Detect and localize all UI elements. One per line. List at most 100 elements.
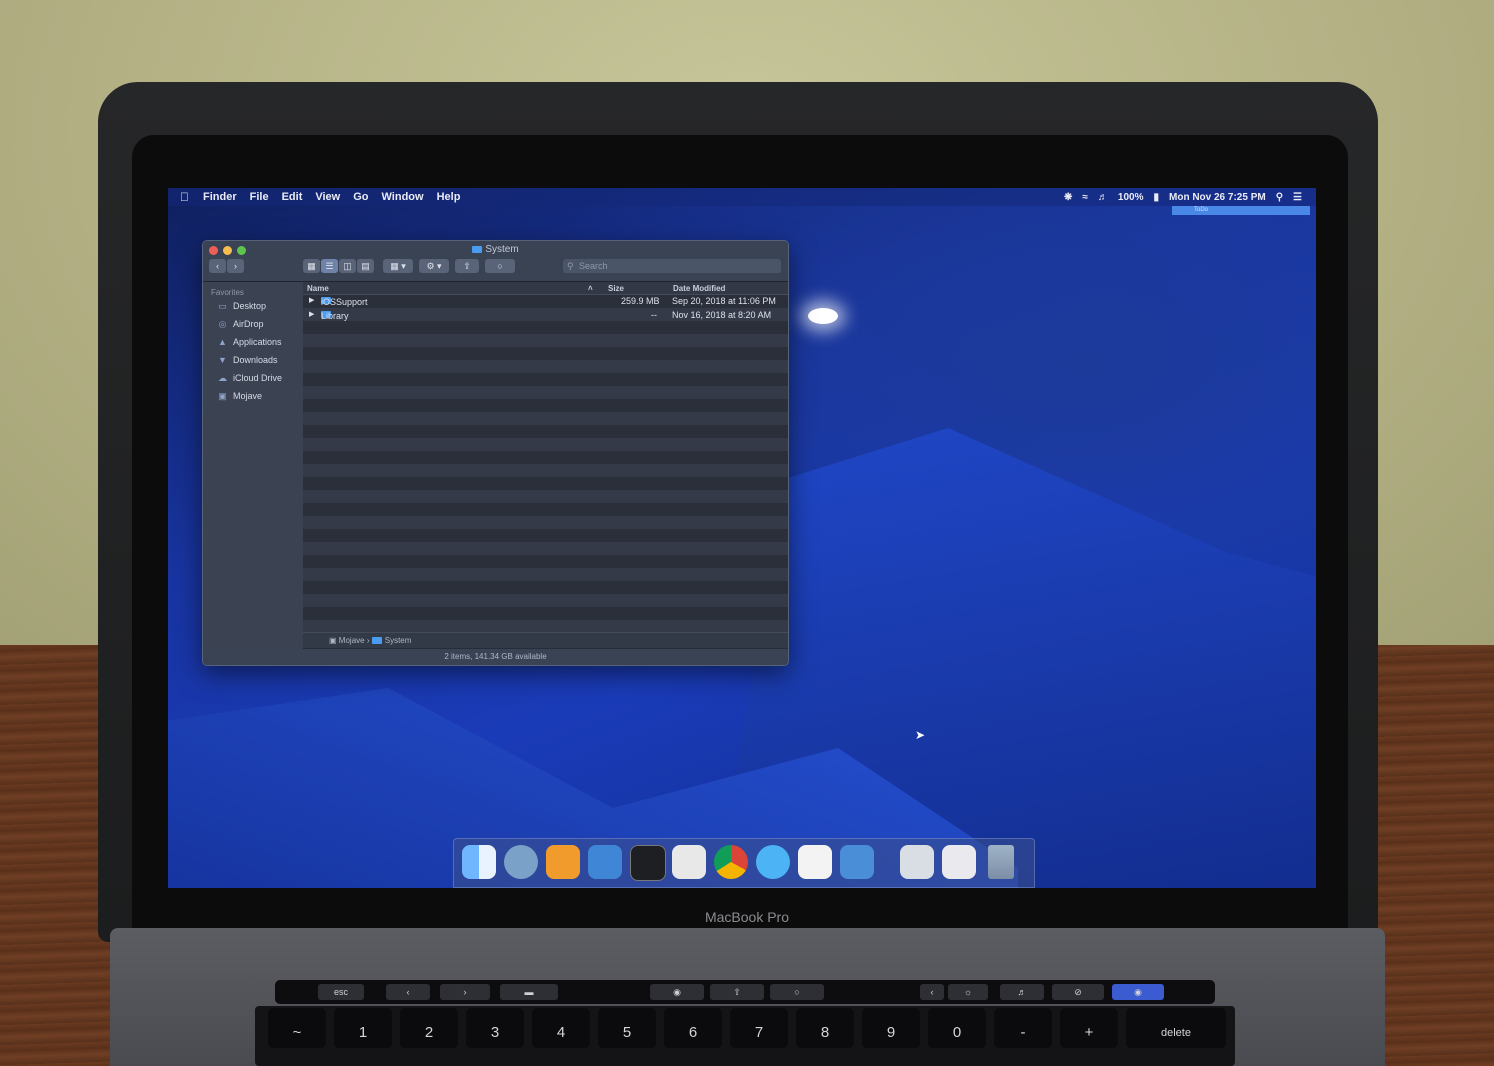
key-6[interactable]: 6 bbox=[664, 1008, 722, 1048]
apps-dock-icon[interactable] bbox=[840, 845, 874, 879]
share-button[interactable]: ⇧ bbox=[455, 259, 479, 273]
icon-view-button[interactable]: ▦ bbox=[303, 259, 320, 273]
clock[interactable]: Mon Nov 26 7:25 PM bbox=[1169, 192, 1266, 203]
downloads-stack-dock-icon[interactable] bbox=[900, 845, 934, 879]
finder-dock-icon[interactable] bbox=[462, 845, 496, 879]
row-stripe bbox=[303, 464, 788, 477]
touchbar-forward-icon[interactable]: › bbox=[440, 984, 490, 1000]
menu-file[interactable]: File bbox=[250, 191, 269, 203]
notification-center-icon[interactable]: ☰ bbox=[1293, 192, 1302, 203]
path-item[interactable]: Mojave bbox=[339, 636, 365, 645]
sidebar-item-mojave[interactable]: ▣ Mojave bbox=[217, 388, 262, 404]
column-view-button[interactable]: ◫ bbox=[339, 259, 356, 273]
xcode-dock-icon[interactable] bbox=[588, 845, 622, 879]
key-2[interactable]: 2 bbox=[400, 1008, 458, 1048]
menu-help[interactable]: Help bbox=[437, 191, 461, 203]
key-tilde[interactable]: ~ bbox=[268, 1008, 326, 1048]
touchbar-view-icon[interactable]: ▬ bbox=[500, 984, 558, 1000]
documents-stack-dock-icon[interactable] bbox=[942, 845, 976, 879]
bluetooth-icon[interactable]: ❋ bbox=[1064, 192, 1072, 203]
touchbar-volume-icon[interactable]: ♬ bbox=[1000, 984, 1044, 1000]
sublime-text-dock-icon[interactable] bbox=[546, 845, 580, 879]
search-input[interactable]: ⚲ Search bbox=[563, 259, 781, 273]
menu-window[interactable]: Window bbox=[382, 191, 424, 203]
folder-icon bbox=[371, 637, 382, 644]
key-5[interactable]: 5 bbox=[598, 1008, 656, 1048]
terminal-dock-icon[interactable] bbox=[630, 845, 666, 881]
key-0[interactable]: 0 bbox=[928, 1008, 986, 1048]
volume-icon[interactable]: ♬ bbox=[1098, 192, 1108, 203]
sidebar-item-airdrop[interactable]: ◎ AirDrop bbox=[217, 316, 264, 332]
key-4[interactable]: 4 bbox=[532, 1008, 590, 1048]
touchbar-mute-icon[interactable]: ⊘ bbox=[1052, 984, 1104, 1000]
gallery-view-button[interactable]: ▤ bbox=[357, 259, 374, 273]
back-button[interactable]: ‹ bbox=[209, 259, 226, 273]
menu-view[interactable]: View bbox=[315, 191, 340, 203]
column-date-modified[interactable]: Date Modified bbox=[673, 284, 725, 293]
menu-edit[interactable]: Edit bbox=[282, 191, 303, 203]
column-header: Name ˄ Size Date Modified bbox=[303, 282, 788, 295]
key-7[interactable]: 7 bbox=[730, 1008, 788, 1048]
key-plus[interactable]: + bbox=[1060, 1008, 1118, 1048]
group-button[interactable]: ▦ ▾ bbox=[383, 259, 413, 273]
menu-go[interactable]: Go bbox=[353, 191, 368, 203]
folder-icon bbox=[472, 246, 483, 253]
action-gear-button[interactable]: ⚙ ▾ bbox=[419, 259, 449, 273]
table-row[interactable]: ▶ iOSSupport 259.9 MB Sep 20, 2018 at 11… bbox=[303, 295, 788, 308]
esc-key[interactable]: esc bbox=[318, 984, 364, 1000]
tags-button[interactable]: ○ bbox=[485, 259, 515, 273]
touchbar-brightness-icon[interactable]: ☼ bbox=[948, 984, 988, 1000]
file-list: Name ˄ Size Date Modified ▶ iOSSupport 2… bbox=[303, 282, 788, 633]
touchbar-quicklook-icon[interactable]: ◉ bbox=[650, 984, 704, 1000]
row-stripe bbox=[303, 438, 788, 451]
key-delete[interactable]: delete bbox=[1126, 1008, 1226, 1048]
key-3[interactable]: 3 bbox=[466, 1008, 524, 1048]
messages-dock-icon[interactable] bbox=[756, 845, 790, 879]
key-8[interactable]: 8 bbox=[796, 1008, 854, 1048]
row-stripe bbox=[303, 360, 788, 373]
column-name[interactable]: Name bbox=[307, 284, 329, 293]
disclosure-triangle-icon[interactable]: ▶ bbox=[309, 310, 314, 318]
sidebar-heading: Favorites bbox=[211, 288, 244, 297]
todo-bar[interactable]: ToDo bbox=[1172, 206, 1310, 215]
key-minus[interactable]: - bbox=[994, 1008, 1052, 1048]
touchbar-share-icon[interactable]: ⇧ bbox=[710, 984, 764, 1000]
macbook-pro-label: MacBook Pro bbox=[704, 909, 790, 925]
sidebar-item-desktop[interactable]: ▭ Desktop bbox=[217, 298, 266, 314]
status-bar: 2 items, 141.34 GB available bbox=[203, 649, 788, 665]
cloud-icon: ☁ bbox=[218, 372, 227, 383]
sidebar-item-downloads[interactable]: ▼ Downloads bbox=[217, 352, 278, 368]
forward-button[interactable]: › bbox=[227, 259, 244, 273]
row-date: Nov 16, 2018 at 8:20 AM bbox=[672, 310, 772, 320]
applications-icon: ▲ bbox=[218, 336, 227, 347]
column-size[interactable]: Size bbox=[608, 284, 624, 293]
row-size: 259.9 MB bbox=[621, 296, 660, 306]
battery-icon[interactable]: ▮ bbox=[1153, 192, 1159, 203]
row-date: Sep 20, 2018 at 11:06 PM bbox=[672, 296, 776, 306]
touchbar-tags-icon[interactable]: ○ bbox=[770, 984, 824, 1000]
wifi-icon[interactable]: ≈ bbox=[1082, 192, 1088, 203]
key-9[interactable]: 9 bbox=[862, 1008, 920, 1048]
trash-dock-icon[interactable] bbox=[988, 845, 1014, 879]
path-item[interactable]: System bbox=[385, 636, 412, 645]
touchbar-back-icon[interactable]: ‹ bbox=[386, 984, 430, 1000]
table-row[interactable]: ▶ Library -- Nov 16, 2018 at 8:20 AM bbox=[303, 309, 788, 322]
preview-dock-icon[interactable] bbox=[672, 845, 706, 879]
list-view-button[interactable]: ☰ bbox=[321, 259, 338, 273]
status-area: ❋ ≈ ♬ 100% ▮ Mon Nov 26 7:25 PM ⚲ ☰ bbox=[1064, 188, 1302, 206]
quicktime-dock-icon[interactable] bbox=[504, 845, 538, 879]
row-stripe bbox=[303, 412, 788, 425]
apple-menu-icon[interactable]:  bbox=[180, 190, 189, 204]
touchbar-siri-icon[interactable]: ◉ bbox=[1112, 984, 1164, 1000]
menu-app-name[interactable]: Finder bbox=[203, 191, 237, 203]
battery-percent[interactable]: 100% bbox=[1118, 192, 1144, 203]
key-1[interactable]: 1 bbox=[334, 1008, 392, 1048]
spotlight-search-icon[interactable]: ⚲ bbox=[1276, 192, 1283, 203]
row-stripe bbox=[303, 516, 788, 529]
disclosure-triangle-icon[interactable]: ▶ bbox=[309, 296, 314, 304]
sidebar-item-applications[interactable]: ▲ Applications bbox=[217, 334, 282, 350]
touchbar-expand-icon[interactable]: ‹ bbox=[920, 984, 944, 1000]
chrome-dock-icon[interactable] bbox=[714, 845, 748, 879]
sidebar-item-icloud-drive[interactable]: ☁ iCloud Drive bbox=[217, 370, 282, 386]
slack-dock-icon[interactable] bbox=[798, 845, 832, 879]
